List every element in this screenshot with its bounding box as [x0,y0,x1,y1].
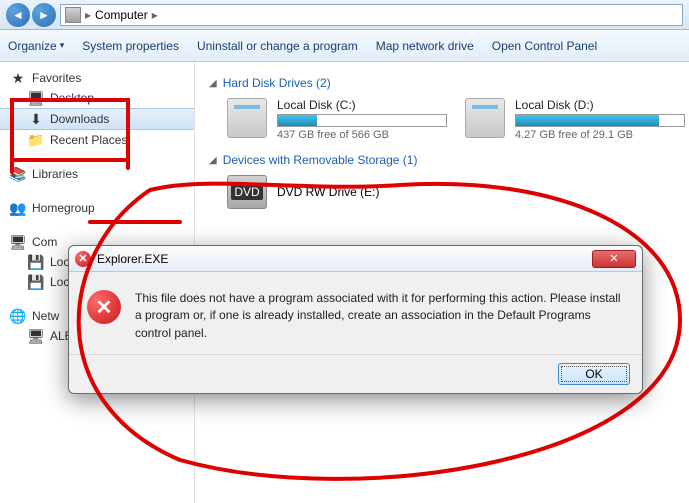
section-label: Hard Disk Drives (2) [223,76,331,90]
breadcrumb-sep: ▸ [152,8,158,22]
sidebar-item-label: Loc [50,255,69,269]
recent-icon: 📁 [28,132,44,148]
dialog-ok-button[interactable]: OK [558,363,630,385]
breadcrumb[interactable]: ▸ Computer ▸ [60,4,683,26]
collapse-icon: ◢ [209,155,217,166]
sidebar-item-label: Downloads [50,112,109,126]
section-label: Devices with Removable Storage (1) [223,153,418,167]
sidebar-homegroup-header[interactable]: 👥 Homegroup [0,198,194,218]
error-dialog: ✕ Explorer.EXE ✕ ✕ This file does not ha… [68,245,643,394]
sidebar-item-desktop[interactable]: 🖥 Desktop [0,88,194,108]
sidebar-label: Netw [32,309,59,323]
star-icon: ★ [10,70,26,86]
drive-item[interactable]: Local Disk (C:) 437 GB free of 566 GB [227,98,447,141]
section-removable-header[interactable]: ◢ Devices with Removable Storage (1) [209,153,675,167]
address-bar: ◄ ► ▸ Computer ▸ [0,0,689,30]
open-control-panel-button[interactable]: Open Control Panel [492,39,597,53]
homegroup-icon: 👥 [10,200,26,216]
sidebar-item-label: Loc [50,275,69,289]
libraries-icon: 📚 [10,166,26,182]
system-properties-button[interactable]: System properties [82,39,179,53]
hdd-icon [227,98,267,138]
computer-icon [65,7,81,23]
sidebar-item-downloads[interactable]: ⬇ Downloads [0,108,194,130]
error-icon: ✕ [75,251,91,267]
toolbar: Organize System properties Uninstall or … [0,30,689,62]
pc-icon: 🖥 [28,328,44,344]
drive-item[interactable]: Local Disk (D:) 4.27 GB free of 29.1 GB [465,98,685,141]
desktop-icon: 🖥 [28,90,44,106]
dialog-message: This file does not have a program associ… [135,290,624,342]
section-hdd-header[interactable]: ◢ Hard Disk Drives (2) [209,76,675,90]
computer-icon: 🖥 [10,234,26,250]
breadcrumb-current[interactable]: Computer [95,8,148,22]
dvd-name: DVD RW Drive (E:) [277,185,379,199]
drive-icon: 💾 [28,254,44,270]
drive-capacity-bar [515,114,685,127]
sidebar-libraries-header[interactable]: 📚 Libraries [0,164,194,184]
sidebar-label: Libraries [32,167,78,181]
hdd-icon [465,98,505,138]
drive-name: Local Disk (D:) [515,98,685,112]
sidebar-item-label: Desktop [50,91,94,105]
downloads-icon: ⬇ [28,111,44,127]
drive-name: Local Disk (C:) [277,98,447,112]
sidebar-label: Homegroup [32,201,95,215]
uninstall-program-button[interactable]: Uninstall or change a program [197,39,358,53]
map-network-drive-button[interactable]: Map network drive [376,39,474,53]
collapse-icon: ◢ [209,78,217,89]
nav-back-button[interactable]: ◄ [6,3,30,27]
dialog-close-button[interactable]: ✕ [592,250,636,268]
sidebar-item-recent-places[interactable]: 📁 Recent Places [0,130,194,150]
drive-free-text: 4.27 GB free of 29.1 GB [515,129,685,141]
dialog-titlebar[interactable]: ✕ Explorer.EXE ✕ [69,246,642,272]
organize-menu[interactable]: Organize [8,39,64,53]
drive-free-text: 437 GB free of 566 GB [277,129,447,141]
dialog-title-text: Explorer.EXE [97,252,168,266]
dvd-drive-item[interactable]: DVD DVD RW Drive (E:) [227,175,675,209]
drive-icon: 💾 [28,274,44,290]
dvd-icon: DVD [227,175,267,209]
network-icon: 🌐 [10,308,26,324]
sidebar-item-label: Recent Places [50,133,127,147]
drive-capacity-bar [277,114,447,127]
sidebar-label: Com [32,235,57,249]
sidebar-favorites-header[interactable]: ★ Favorites [0,68,194,88]
sidebar-label: Favorites [32,71,81,85]
nav-forward-button[interactable]: ► [32,3,56,27]
breadcrumb-sep: ▸ [85,8,91,22]
error-icon: ✕ [87,290,121,324]
